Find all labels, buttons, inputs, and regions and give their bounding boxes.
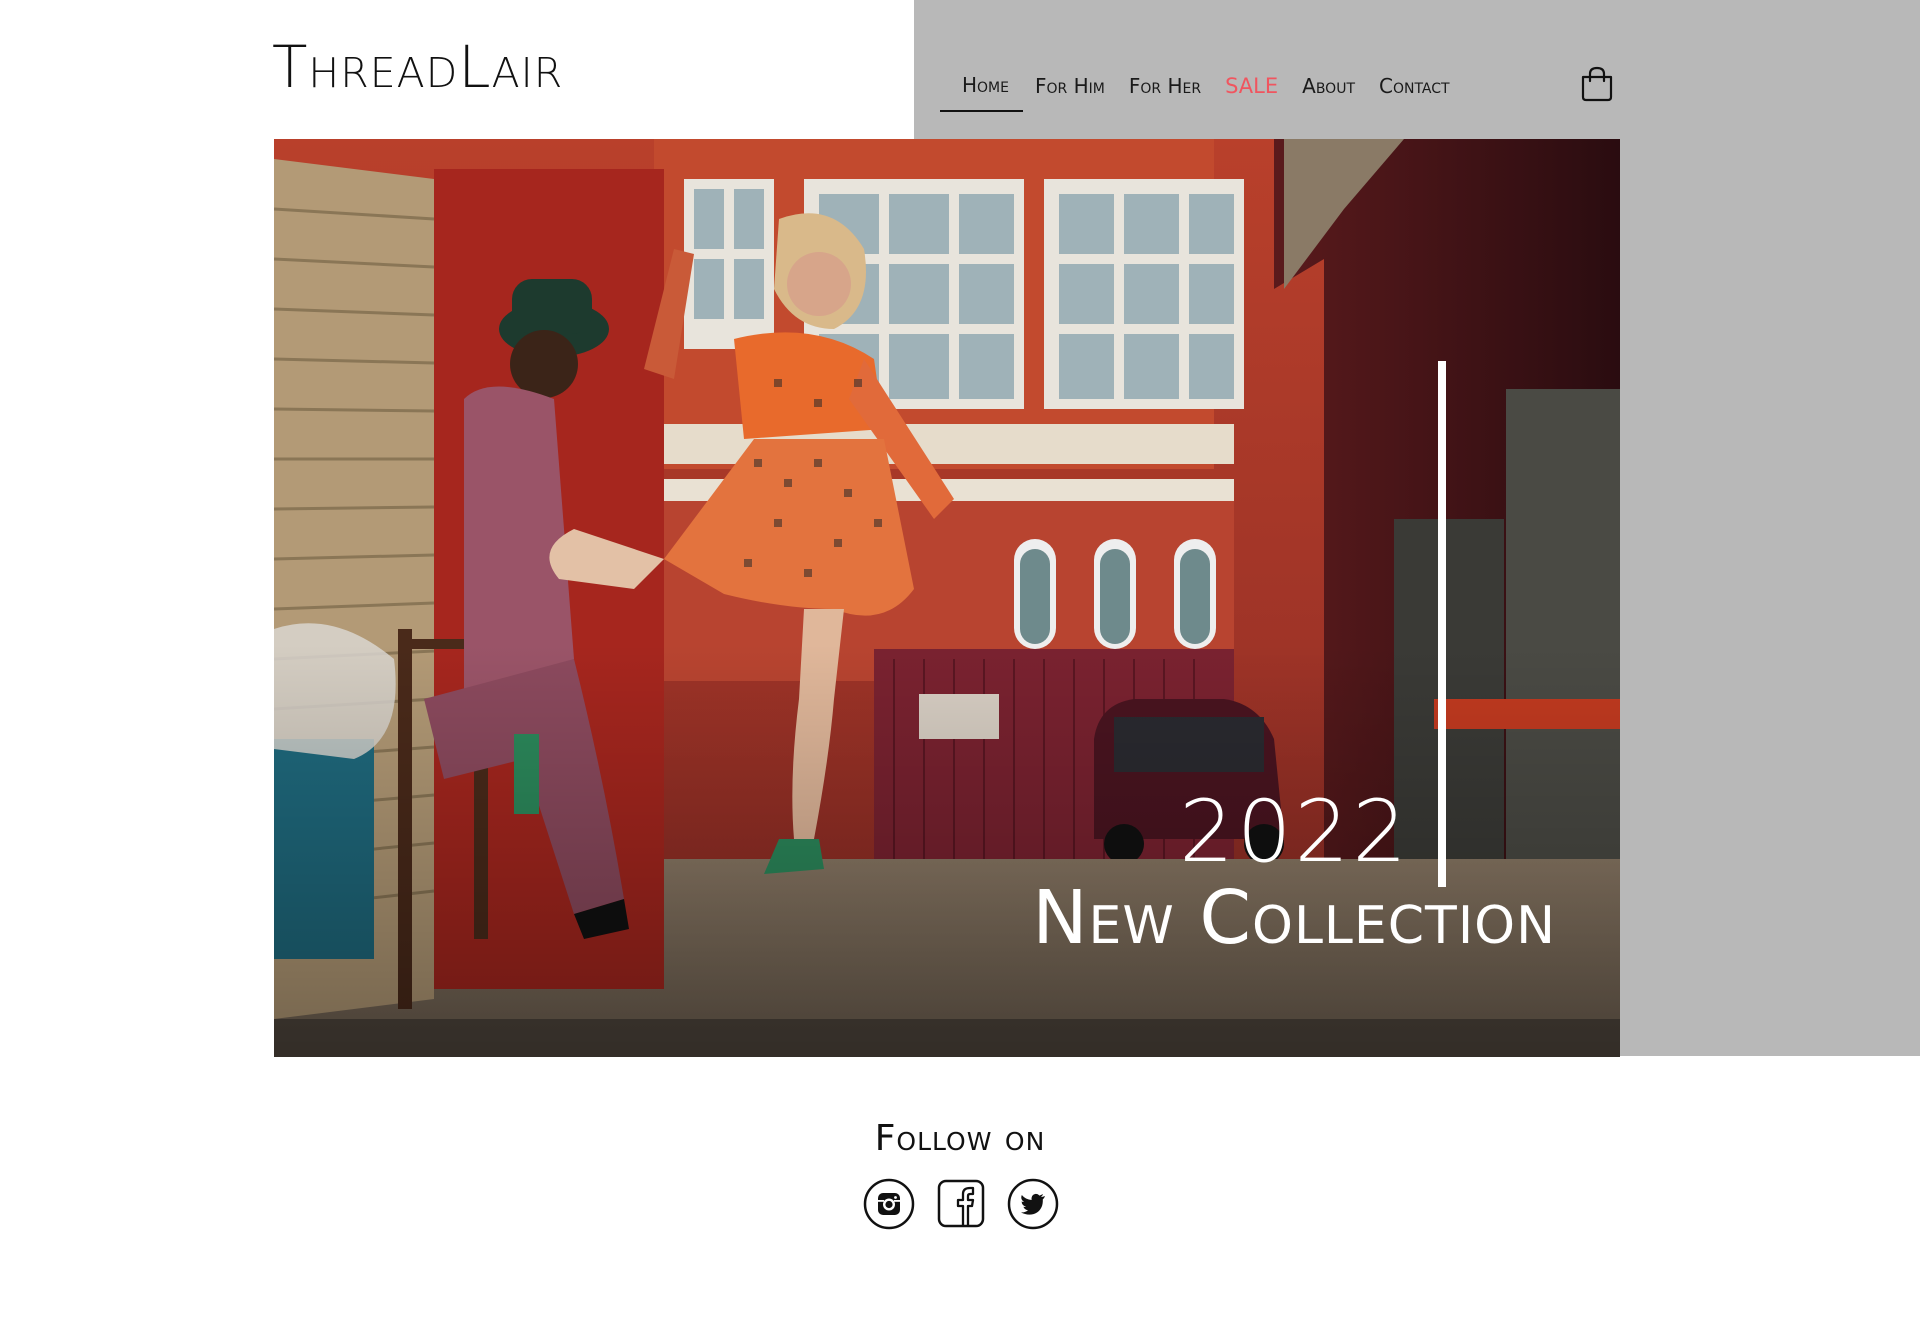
hero-title: New Collection — [1032, 875, 1556, 961]
nav-item-sale[interactable]: SALE — [1213, 60, 1290, 112]
social-links — [863, 1178, 1059, 1230]
main-nav: Home For Him For Her SALE About Contact — [940, 60, 1462, 112]
facebook-icon[interactable] — [935, 1178, 987, 1230]
brand-logo[interactable]: ThreadLair — [272, 38, 563, 96]
hero-banner: 2022 New Collection — [274, 139, 1620, 1057]
instagram-icon[interactable] — [863, 1178, 915, 1230]
nav-item-about[interactable]: About — [1290, 60, 1367, 112]
twitter-icon[interactable] — [1007, 1178, 1059, 1230]
shopping-bag-icon[interactable] — [1580, 66, 1614, 102]
follow-heading: Follow on — [874, 1118, 1046, 1159]
hero-year: 2022 — [1179, 782, 1410, 882]
nav-item-for-him[interactable]: For Him — [1023, 60, 1117, 112]
hero-accent-bar — [1438, 361, 1446, 887]
nav-item-for-her[interactable]: For Her — [1117, 60, 1213, 112]
nav-item-contact[interactable]: Contact — [1367, 60, 1462, 112]
nav-item-home[interactable]: Home — [940, 60, 1023, 112]
